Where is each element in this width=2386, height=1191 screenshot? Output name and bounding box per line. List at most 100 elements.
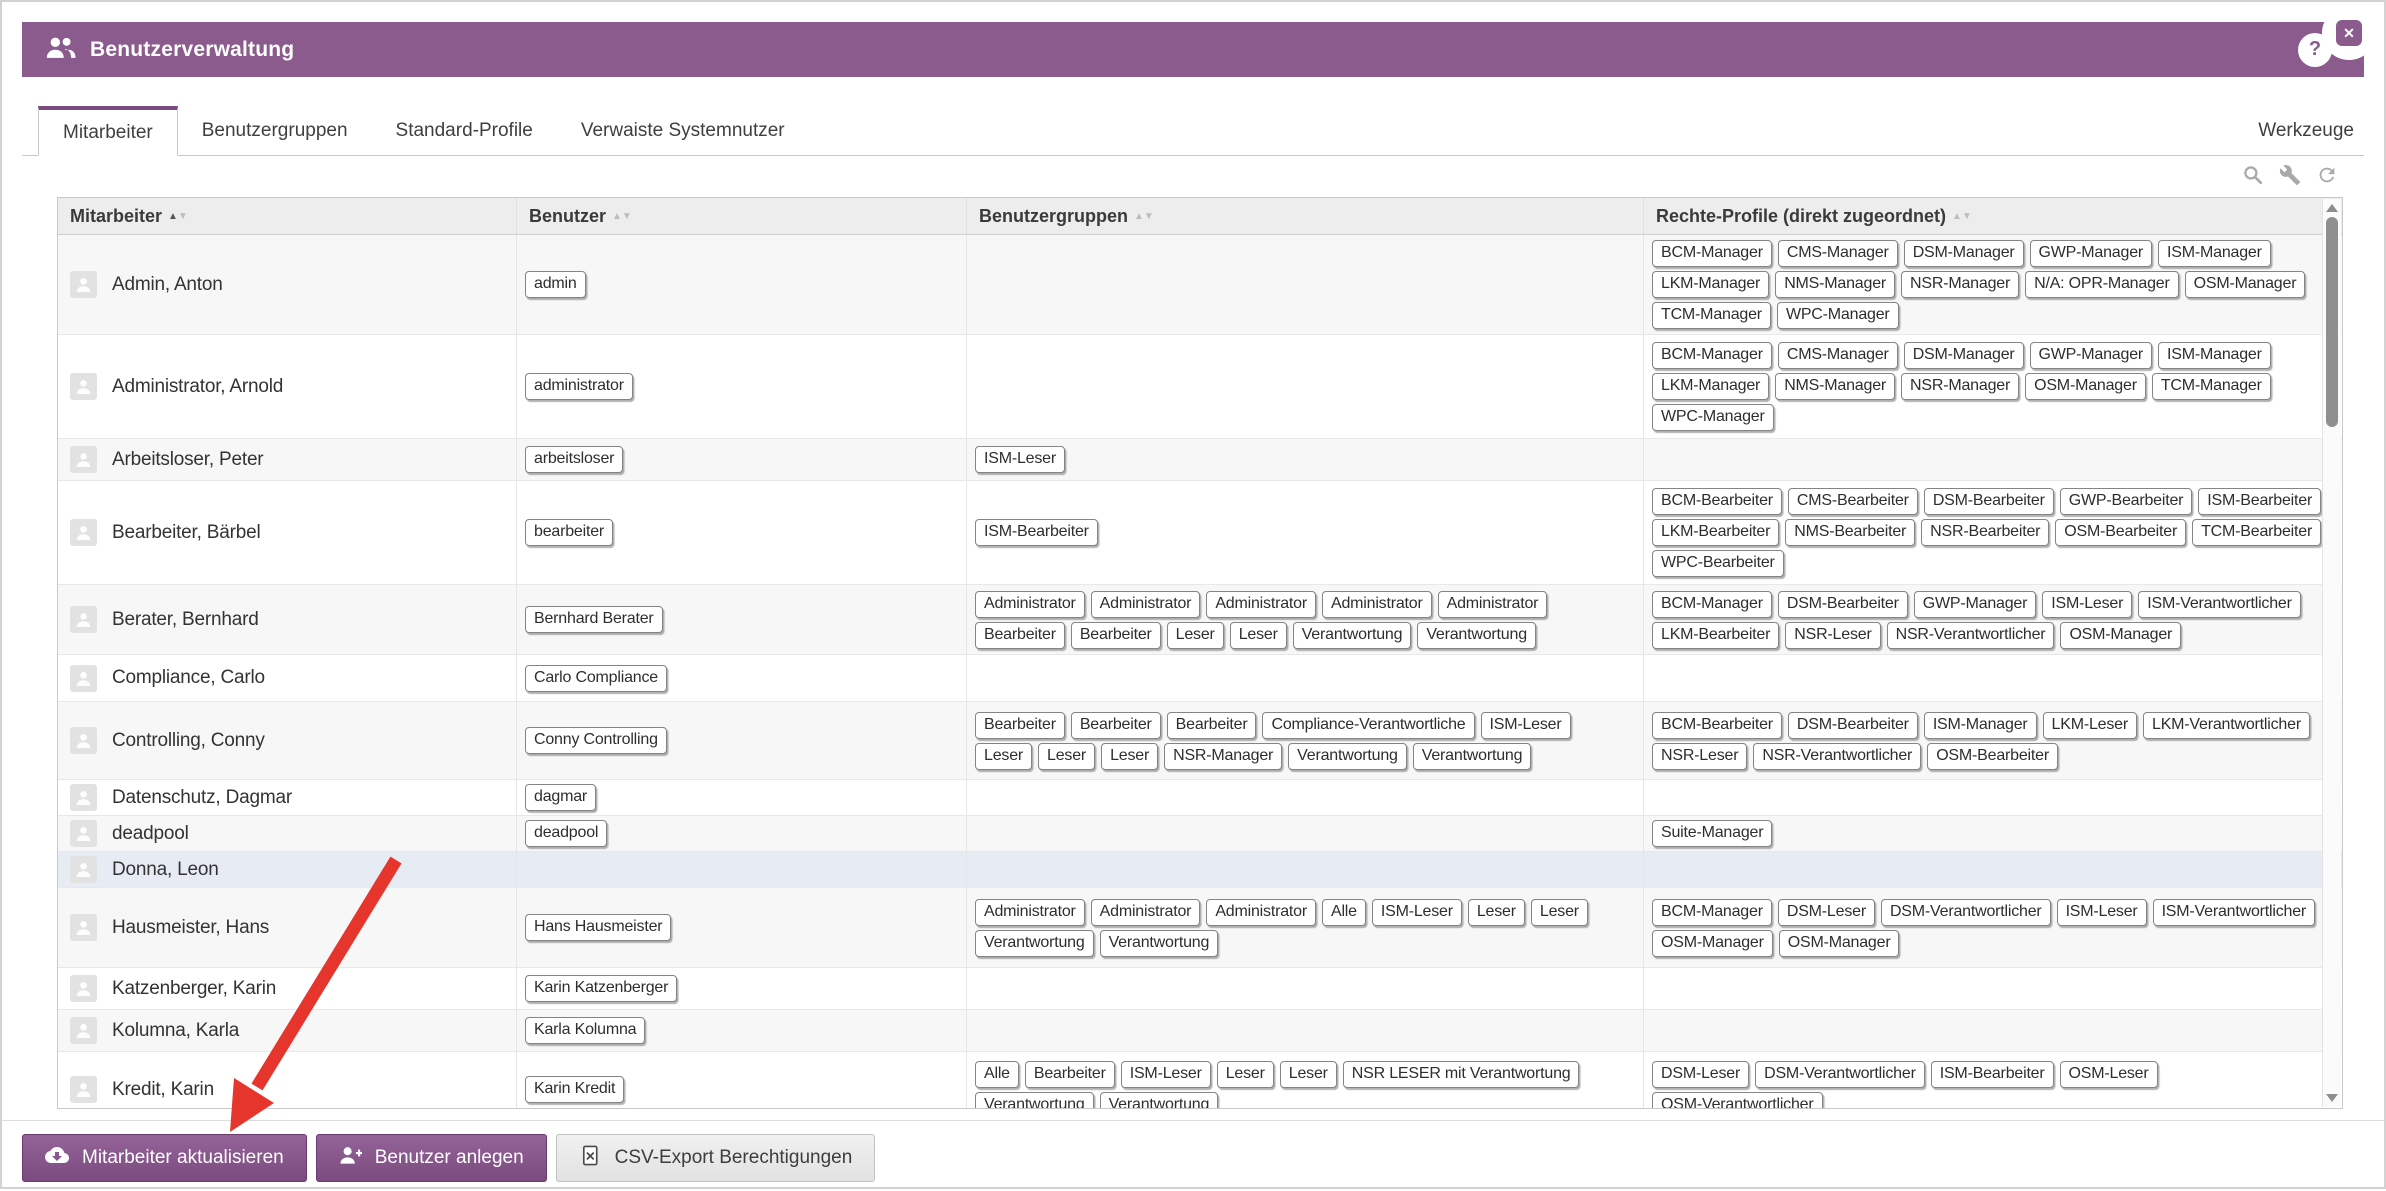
rechte-profil-chip[interactable]: ISM-Manager (2158, 342, 2271, 369)
benutzergruppe-chip[interactable]: ISM-Leser (1481, 712, 1571, 739)
benutzergruppe-chip[interactable]: Administrator (975, 591, 1085, 618)
rechte-profil-chip[interactable]: TCM-Manager (1652, 302, 1771, 329)
rechte-profil-chip[interactable]: OSM-Manager (2060, 622, 2181, 649)
rechte-profil-chip[interactable]: DSM-Manager (1904, 240, 2024, 267)
table-scrollbar[interactable] (2322, 199, 2341, 1107)
benutzer-anlegen-button[interactable]: Benutzer anlegen (316, 1134, 547, 1182)
benutzergruppe-chip[interactable]: NSR LESER mit Verantwortung (1343, 1061, 1580, 1088)
rechte-profil-chip[interactable]: NSR-Verantwortlicher (1753, 743, 1921, 770)
column-header[interactable]: Benutzergruppen▲▼ (966, 198, 1643, 234)
column-header[interactable]: Benutzer▲▼ (516, 198, 966, 234)
benutzergruppe-chip[interactable]: Verantwortung (975, 930, 1094, 957)
rechte-profil-chip[interactable]: ISM-Manager (2158, 240, 2271, 267)
rechte-profil-chip[interactable]: NMS-Manager (1775, 271, 1895, 298)
benutzer-badge[interactable]: Karla Kolumna (525, 1017, 645, 1044)
rechte-profil-chip[interactable]: LKM-Bearbeiter (1652, 622, 1779, 649)
benutzergruppe-chip[interactable]: Administrator (975, 899, 1085, 926)
benutzergruppe-chip[interactable]: Verantwortung (1293, 622, 1412, 649)
csv-export-button[interactable]: CSV-Export Berechtigungen (556, 1134, 876, 1182)
rechte-profil-chip[interactable]: BCM-Manager (1652, 342, 1772, 369)
benutzergruppe-chip[interactable]: Bearbeiter (975, 622, 1065, 649)
rechte-profil-chip[interactable]: ISM-Leser (2057, 899, 2147, 926)
rechte-profil-chip[interactable]: OSM-Leser (2060, 1061, 2158, 1088)
benutzer-badge[interactable]: bearbeiter (525, 519, 613, 546)
rechte-profil-chip[interactable]: DSM-Manager (1904, 342, 2024, 369)
rechte-profil-chip[interactable]: Suite-Manager (1652, 820, 1772, 847)
rechte-profil-chip[interactable]: BCM-Bearbeiter (1652, 712, 1782, 739)
table-row[interactable]: Datenschutz, Dagmardagmar (58, 780, 2342, 816)
benutzer-badge[interactable]: Karin Katzenberger (525, 975, 677, 1002)
column-header[interactable]: Rechte-Profile (direkt zugeordnet)▲▼ (1643, 198, 2342, 234)
rechte-profil-chip[interactable]: NMS-Bearbeiter (1785, 519, 1915, 546)
refresh-icon[interactable] (2316, 164, 2338, 186)
rechte-profil-chip[interactable]: GWP-Manager (2030, 342, 2153, 369)
rechte-profil-chip[interactable]: DSM-Bearbeiter (1924, 488, 2054, 515)
benutzergruppe-chip[interactable]: Leser (1280, 1061, 1337, 1088)
benutzergruppe-chip[interactable]: Leser (1531, 899, 1588, 926)
rechte-profil-chip[interactable]: ISM-Bearbeiter (1931, 1061, 2054, 1088)
table-row[interactable]: Katzenberger, KarinKarin Katzenberger (58, 968, 2342, 1010)
rechte-profil-chip[interactable]: DSM-Leser (1778, 899, 1875, 926)
benutzergruppe-chip[interactable]: Leser (1468, 899, 1525, 926)
rechte-profil-chip[interactable]: OSM-Manager (2025, 373, 2146, 400)
rechte-profil-chip[interactable]: LKM-Bearbeiter (1652, 519, 1779, 546)
benutzergruppe-chip[interactable]: ISM-Bearbeiter (975, 519, 1098, 546)
benutzergruppe-chip[interactable]: Verantwortung (1100, 930, 1219, 957)
rechte-profil-chip[interactable]: LKM-Manager (1652, 373, 1769, 400)
rechte-profil-chip[interactable]: DSM-Verantwortlicher (1755, 1061, 1925, 1088)
tab-standard-profile[interactable]: Standard-Profile (372, 106, 557, 155)
table-row[interactable]: Admin, AntonadminBCM-ManagerCMS-ManagerD… (58, 235, 2342, 335)
rechte-profil-chip[interactable]: NSR-Manager (1901, 373, 2019, 400)
rechte-profil-chip[interactable]: CMS-Manager (1778, 342, 1898, 369)
rechte-profil-chip[interactable]: NSR-Bearbeiter (1921, 519, 2049, 546)
rechte-profil-chip[interactable]: OSM-Bearbeiter (2055, 519, 2186, 546)
benutzer-badge[interactable]: Conny Controlling (525, 727, 667, 754)
benutzergruppe-chip[interactable]: NSR-Manager (1164, 743, 1282, 770)
column-header[interactable]: Mitarbeiter▲▼ (58, 198, 516, 234)
rechte-profil-chip[interactable]: ISM-Verantwortlicher (2153, 899, 2316, 926)
benutzergruppe-chip[interactable]: Alle (1322, 899, 1366, 926)
benutzer-badge[interactable]: deadpool (525, 820, 607, 847)
benutzergruppe-chip[interactable]: Bearbeiter (1071, 712, 1161, 739)
rechte-profil-chip[interactable]: GWP-Manager (2030, 240, 2153, 267)
close-button[interactable]: ✕ (2336, 20, 2362, 46)
search-icon[interactable] (2242, 164, 2264, 186)
benutzergruppe-chip[interactable]: Administrator (1091, 899, 1201, 926)
rechte-profil-chip[interactable]: LKM-Verantwortlicher (2143, 712, 2310, 739)
table-row[interactable]: Arbeitsloser, PeterarbeitsloserISM-Leser (58, 439, 2342, 481)
werkzeuge-menu[interactable]: Werkzeuge (2258, 120, 2354, 142)
benutzergruppe-chip[interactable]: Verantwortung (1288, 743, 1407, 770)
tab-benutzergruppen[interactable]: Benutzergruppen (178, 106, 372, 155)
benutzergruppe-chip[interactable]: Bearbeiter (1025, 1061, 1115, 1088)
benutzergruppe-chip[interactable]: Verantwortung (1417, 622, 1536, 649)
rechte-profil-chip[interactable]: CMS-Bearbeiter (1788, 488, 1918, 515)
benutzergruppe-chip[interactable]: Administrator (1091, 591, 1201, 618)
table-row[interactable]: Berater, BernhardBernhard BeraterAdminis… (58, 585, 2342, 655)
rechte-profil-chip[interactable]: LKM-Leser (2043, 712, 2137, 739)
rechte-profil-chip[interactable]: OSM-Verantwortlicher (1652, 1092, 1823, 1110)
table-row[interactable]: deadpooldeadpoolSuite-Manager (58, 816, 2342, 852)
benutzergruppe-chip[interactable]: Administrator (1322, 591, 1432, 618)
rechte-profil-chip[interactable]: DSM-Bearbeiter (1788, 712, 1918, 739)
benutzergruppe-chip[interactable]: Alle (975, 1061, 1019, 1088)
rechte-profil-chip[interactable]: OSM-Manager (2185, 271, 2306, 298)
benutzer-badge[interactable]: Karin Kredit (525, 1076, 624, 1103)
benutzergruppe-chip[interactable]: Administrator (1438, 591, 1548, 618)
rechte-profil-chip[interactable]: ISM-Bearbeiter (2198, 488, 2321, 515)
table-row[interactable]: Kolumna, KarlaKarla Kolumna (58, 1010, 2342, 1052)
rechte-profil-chip[interactable]: ISM-Leser (2042, 591, 2132, 618)
rechte-profil-chip[interactable]: NSR-Verantwortlicher (1887, 622, 2055, 649)
rechte-profil-chip[interactable]: NSR-Manager (1901, 271, 2019, 298)
table-row[interactable]: Donna, Leon (58, 852, 2342, 888)
table-row[interactable]: Compliance, CarloCarlo Compliance (58, 655, 2342, 702)
mitarbeiter-aktualisieren-button[interactable]: Mitarbeiter aktualisieren (22, 1134, 307, 1182)
rechte-profil-chip[interactable]: ISM-Verantwortlicher (2138, 591, 2301, 618)
rechte-profil-chip[interactable]: NSR-Leser (1652, 743, 1747, 770)
rechte-profil-chip[interactable]: TCM-Bearbeiter (2192, 519, 2321, 546)
benutzergruppe-chip[interactable]: Leser (1038, 743, 1095, 770)
benutzergruppe-chip[interactable]: Leser (1167, 622, 1224, 649)
rechte-profil-chip[interactable]: GWP-Bearbeiter (2060, 488, 2193, 515)
rechte-profil-chip[interactable]: OSM-Manager (1779, 930, 1900, 957)
rechte-profil-chip[interactable]: NMS-Manager (1775, 373, 1895, 400)
rechte-profil-chip[interactable]: CMS-Manager (1778, 240, 1898, 267)
